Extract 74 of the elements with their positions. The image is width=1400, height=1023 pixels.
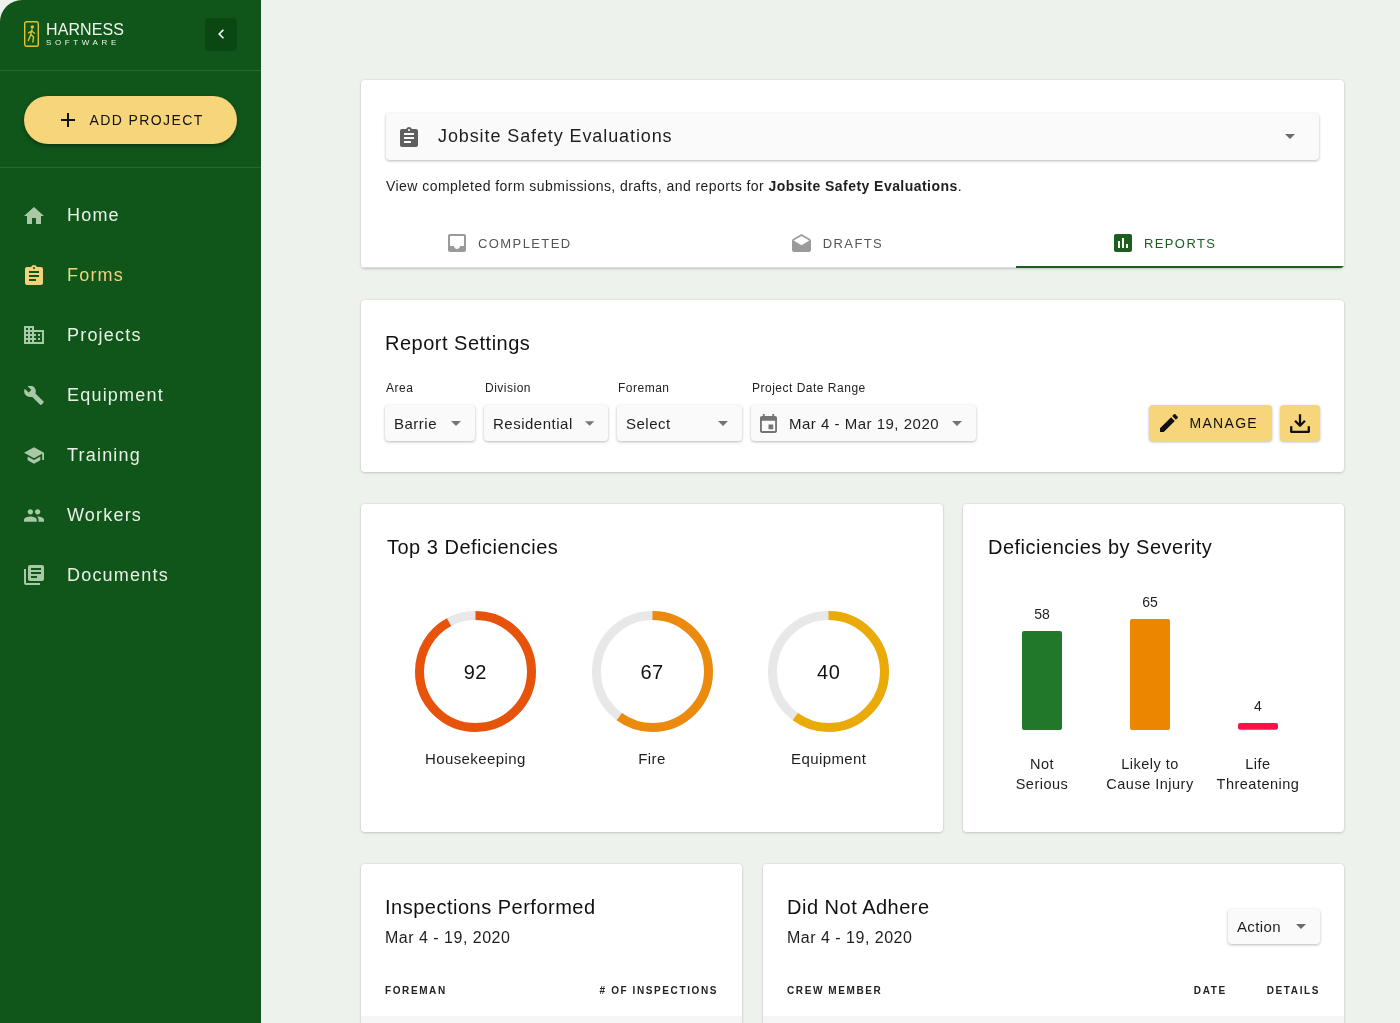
bar-label: Life Threatening bbox=[1216, 755, 1300, 794]
nav-item[interactable]: Equipment bbox=[0, 365, 261, 425]
caret-down-icon bbox=[952, 420, 962, 426]
tab[interactable]: COMPLETED bbox=[361, 220, 689, 268]
field-label: Area bbox=[385, 381, 415, 395]
field-label: Foreman bbox=[617, 381, 671, 395]
card-title: Inspections Performed bbox=[385, 895, 597, 919]
bar-label: Likely to Cause Injury bbox=[1106, 755, 1194, 794]
date-range-text: Mar 4 - 19, 2020 bbox=[787, 928, 914, 948]
date-range-field[interactable]: Mar 4 - Mar 19, 2020 bbox=[751, 405, 976, 441]
chevron-left-icon bbox=[218, 29, 224, 39]
ring-label: Fire bbox=[638, 750, 666, 768]
nav-item[interactable]: Documents bbox=[0, 545, 261, 605]
add-project-button[interactable]: ADD PROJECT bbox=[24, 96, 237, 144]
tab[interactable]: REPORTS bbox=[1016, 220, 1344, 268]
column-header: DATE bbox=[1193, 985, 1227, 997]
nav-item[interactable]: Workers bbox=[0, 485, 261, 545]
nav-item[interactable]: Home bbox=[0, 185, 261, 245]
ring-value: 92 bbox=[463, 659, 487, 684]
bar-chart-icon bbox=[1113, 234, 1132, 252]
bar-value: 4 bbox=[1254, 697, 1262, 716]
bar-value: 65 bbox=[1142, 593, 1158, 611]
column-header: DETAILS bbox=[1266, 985, 1320, 997]
dropdown-field[interactable]: Select bbox=[617, 405, 742, 441]
column-header: # OF INSPECTIONS bbox=[599, 985, 718, 997]
date-range-text: Mar 4 - 19, 2020 bbox=[385, 928, 512, 948]
caret-down-icon bbox=[1285, 134, 1295, 139]
column-header: CREW MEMBER bbox=[787, 985, 884, 997]
ring-label: Housekeeping bbox=[424, 750, 526, 768]
wrench-icon bbox=[24, 385, 44, 405]
description: View completed form submissions, drafts, and reports for Jobsite Safety Evaluations. bbox=[386, 177, 963, 195]
bar-label: Not Serious bbox=[1015, 755, 1069, 794]
building-icon bbox=[24, 326, 44, 344]
caret-down-icon bbox=[1296, 924, 1306, 929]
card-title: Deficiencies by Severity bbox=[988, 535, 1214, 559]
action-dropdown[interactable]: Action bbox=[1227, 909, 1320, 944]
ring-value: 67 bbox=[640, 659, 664, 684]
card-title: Report Settings bbox=[385, 331, 532, 355]
nav-item[interactable]: Training bbox=[0, 425, 261, 485]
nav-item[interactable]: Projects bbox=[0, 305, 261, 365]
documents-icon bbox=[24, 565, 44, 585]
home-icon bbox=[24, 206, 44, 224]
caret-down-icon bbox=[718, 420, 728, 426]
card-title: Did Not Adhere bbox=[787, 895, 931, 919]
phone-logo-icon bbox=[24, 21, 39, 47]
pencil-icon bbox=[1159, 414, 1178, 432]
nav-item[interactable]: Forms bbox=[0, 245, 261, 305]
dropdown-field[interactable]: Barrie bbox=[385, 405, 475, 441]
clipboard-icon bbox=[25, 265, 43, 285]
envelope-icon bbox=[791, 234, 811, 252]
form-select[interactable]: Jobsite Safety Evaluations bbox=[386, 113, 1319, 160]
column-header: FOREMAN bbox=[385, 985, 448, 997]
ring-label: Equipment bbox=[791, 750, 867, 768]
field-label: Project Date Range bbox=[751, 381, 867, 395]
plus-icon bbox=[61, 113, 76, 127]
download-icon bbox=[1290, 413, 1310, 433]
logo-name: HARNESS bbox=[46, 21, 125, 38]
manage-button[interactable]: MANAGE bbox=[1148, 405, 1272, 441]
tab[interactable]: DRAFTS bbox=[688, 220, 1017, 268]
bar-value: 58 bbox=[1034, 604, 1050, 623]
caret-down-icon bbox=[451, 420, 461, 426]
clipboard-icon bbox=[400, 126, 418, 147]
collapse-button[interactable] bbox=[205, 17, 237, 51]
inbox-icon bbox=[448, 234, 467, 252]
dropdown-field[interactable]: Residential bbox=[484, 405, 608, 441]
calendar-icon bbox=[760, 413, 777, 433]
card-title: Top 3 Deficiencies bbox=[387, 535, 560, 559]
download-button[interactable] bbox=[1280, 405, 1320, 441]
logo-tagline: SOFTWARE bbox=[46, 37, 121, 47]
people-icon bbox=[24, 508, 44, 522]
graduation-cap-icon bbox=[24, 446, 44, 464]
field-label: Division bbox=[484, 381, 532, 395]
ring-value: 40 bbox=[817, 659, 841, 684]
caret-down-icon bbox=[584, 420, 594, 426]
